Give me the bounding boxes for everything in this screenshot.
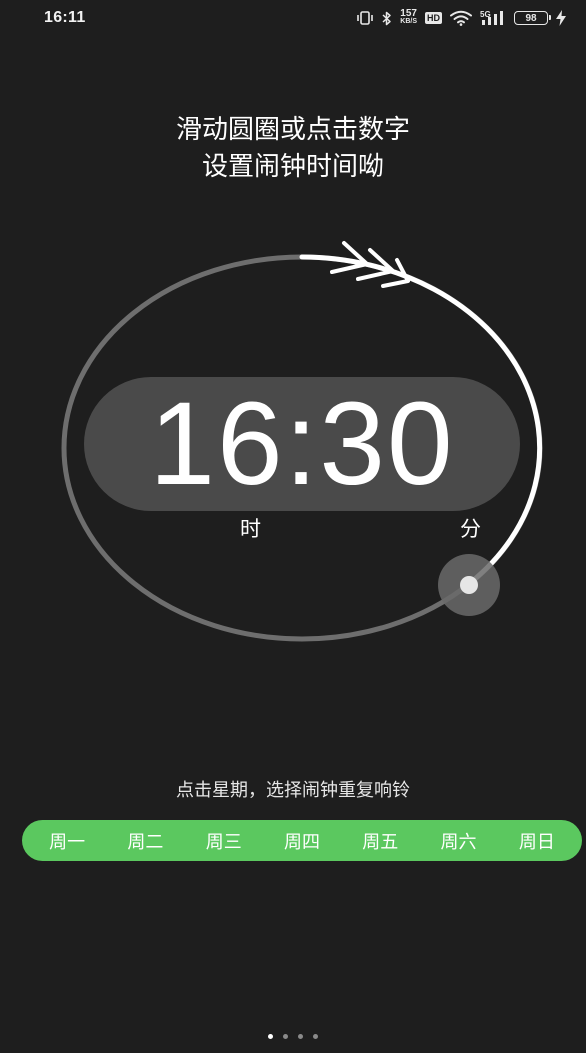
weekday-sunday[interactable]: 周日 [515,828,559,854]
page-dot[interactable] [313,1034,318,1039]
hour-unit-label: 时 [240,517,261,541]
weekday-tuesday[interactable]: 周二 [123,828,167,854]
weekday-wednesday[interactable]: 周三 [202,828,246,854]
time-display: 16 : 30 [84,377,520,511]
page-indicator [0,1034,586,1039]
minute-unit-label: 分 [460,517,481,541]
weekday-thursday[interactable]: 周四 [280,828,324,854]
repeat-hint: 点击星期，选择闹钟重复响铃 [176,780,410,801]
time-separator: : [284,378,320,510]
hour-digits[interactable]: 16 [149,385,284,503]
page-dot[interactable] [283,1034,288,1039]
time-dial[interactable] [0,0,586,700]
weekday-saturday[interactable]: 周六 [437,828,481,854]
page-dot[interactable] [298,1034,303,1039]
weekday-friday[interactable]: 周五 [358,828,402,854]
dial-handle-center [460,576,478,594]
weekday-monday[interactable]: 周一 [45,828,89,854]
minute-digits[interactable]: 30 [319,385,454,503]
page-dot[interactable] [268,1034,273,1039]
weekday-selector: 周一 周二 周三 周四 周五 周六 周日 [22,820,582,861]
